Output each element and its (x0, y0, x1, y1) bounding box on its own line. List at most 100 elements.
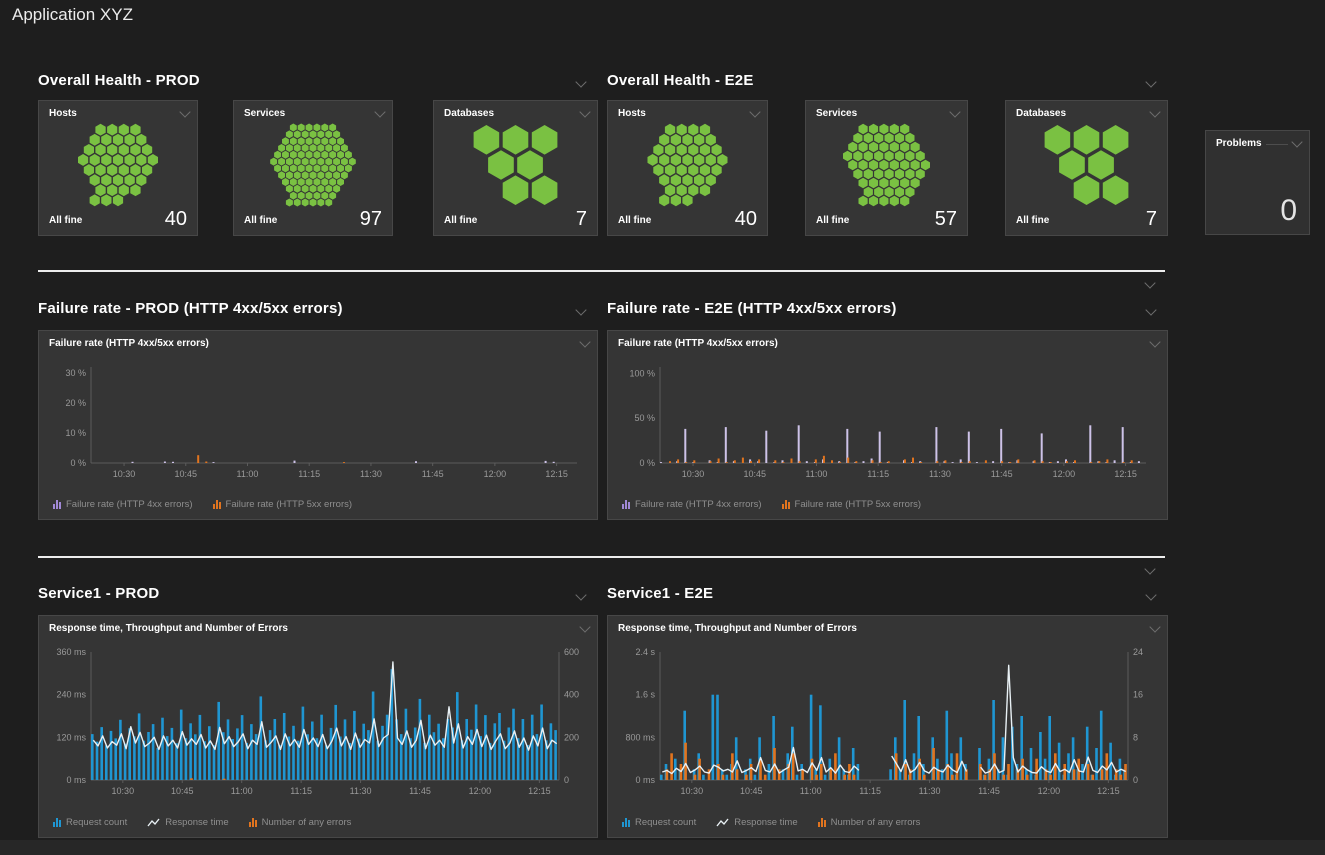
svg-text:11:45: 11:45 (991, 469, 1013, 479)
svg-text:11:15: 11:15 (859, 786, 881, 796)
chevron-down-icon[interactable] (575, 304, 586, 315)
legend-item-response-time[interactable]: Response time (716, 817, 797, 828)
chart-tile-service-prod[interactable]: Response time, Throughput and Number of … (38, 615, 598, 838)
problems-count: 0 (1280, 194, 1297, 228)
status-text: All fine (244, 215, 277, 226)
section-title-overall-health-e2e: Overall Health - E2E (607, 72, 754, 89)
line-chart-icon (716, 818, 729, 828)
legend-item-response-time[interactable]: Response time (147, 817, 228, 828)
svg-text:11:45: 11:45 (422, 469, 444, 479)
chevron-down-icon[interactable] (575, 589, 586, 600)
svg-text:11:00: 11:00 (231, 786, 253, 796)
chart-title: Response time, Throughput and Number of … (49, 623, 288, 634)
chevron-down-icon[interactable] (374, 106, 385, 117)
svg-text:11:00: 11:00 (806, 469, 828, 479)
chevron-down-icon[interactable] (579, 621, 590, 632)
chevron-down-icon[interactable] (1144, 277, 1155, 288)
tile-services-e2e[interactable]: Services All fine 57 (805, 100, 968, 236)
service-prod-chart[interactable]: 360 ms240 ms120 ms0 ms600400200010:3010:… (43, 642, 593, 804)
chevron-down-icon[interactable] (1145, 304, 1156, 315)
legend-item-5xx[interactable]: Failure rate (HTTP 5xx errors) (782, 499, 922, 510)
chart-tile-service-e2e[interactable]: Response time, Throughput and Number of … (607, 615, 1168, 838)
honeycomb-services-e2e (812, 123, 961, 207)
svg-text:600: 600 (564, 647, 579, 657)
honeycomb-databases-prod (440, 123, 591, 207)
legend-item-5xx[interactable]: Failure rate (HTTP 5xx errors) (213, 499, 353, 510)
tile-services-prod[interactable]: Services All fine 97 (233, 100, 393, 236)
legend-item-4xx[interactable]: Failure rate (HTTP 4xx errors) (622, 499, 762, 510)
svg-text:10:30: 10:30 (682, 469, 705, 479)
chevron-down-icon[interactable] (1145, 76, 1156, 87)
chevron-down-icon[interactable] (179, 106, 190, 117)
svg-text:8: 8 (1133, 732, 1138, 742)
chevron-down-icon[interactable] (1291, 136, 1302, 147)
section-divider (38, 556, 1165, 558)
chevron-down-icon[interactable] (579, 106, 590, 117)
section-title-service1-prod: Service1 - PROD (38, 585, 159, 602)
status-text: All fine (816, 215, 849, 226)
honeycomb-services-prod (240, 123, 386, 207)
svg-text:0: 0 (564, 775, 569, 785)
chevron-down-icon[interactable] (1149, 106, 1160, 117)
svg-text:11:15: 11:15 (290, 786, 312, 796)
svg-text:2.4 s: 2.4 s (635, 647, 655, 657)
svg-text:10:45: 10:45 (740, 786, 763, 796)
entity-count: 97 (360, 208, 382, 231)
legend-item-errors[interactable]: Number of any errors (818, 817, 921, 828)
filter-dash (1266, 144, 1288, 145)
svg-text:24: 24 (1133, 647, 1143, 657)
chart-title: Failure rate (HTTP 4xx/5xx errors) (618, 338, 778, 349)
tile-label: Services (816, 108, 857, 119)
failure-prod-chart[interactable]: 30 %20 %10 %0 %10:3010:4511:0011:1511:30… (43, 357, 591, 487)
chevron-down-icon[interactable] (949, 106, 960, 117)
bar-chart-icon (782, 500, 790, 509)
failure-e2e-chart[interactable]: 100 %50 %0 %10:3010:4511:0011:1511:3011:… (612, 357, 1160, 487)
svg-text:100 %: 100 % (629, 368, 655, 378)
svg-text:20 %: 20 % (65, 398, 86, 408)
svg-text:10:30: 10:30 (681, 786, 704, 796)
svg-text:12:00: 12:00 (469, 786, 492, 796)
svg-text:360 ms: 360 ms (56, 647, 86, 657)
svg-text:200: 200 (564, 732, 579, 742)
chevron-down-icon[interactable] (1145, 589, 1156, 600)
svg-text:0: 0 (1133, 775, 1138, 785)
legend-item-errors[interactable]: Number of any errors (249, 817, 352, 828)
tile-label: Hosts (618, 108, 646, 119)
bottom-strip (0, 840, 1325, 855)
chevron-down-icon[interactable] (1149, 336, 1160, 347)
honeycomb-hosts-prod (45, 123, 191, 207)
svg-text:0 ms: 0 ms (66, 775, 86, 785)
svg-text:12:00: 12:00 (1038, 786, 1061, 796)
tile-databases-e2e[interactable]: Databases All fine 7 (1005, 100, 1168, 236)
svg-text:12:00: 12:00 (1053, 469, 1076, 479)
chevron-down-icon[interactable] (749, 106, 760, 117)
svg-text:16: 16 (1133, 690, 1143, 700)
entity-count: 40 (735, 208, 757, 231)
chart-tile-failure-prod[interactable]: Failure rate (HTTP 4xx/5xx errors) 30 %2… (38, 330, 598, 520)
chevron-down-icon[interactable] (1144, 563, 1155, 574)
tile-databases-prod[interactable]: Databases All fine 7 (433, 100, 598, 236)
tile-label: Services (244, 108, 285, 119)
bar-chart-icon (622, 500, 630, 509)
bar-chart-icon (53, 500, 61, 509)
service-e2e-chart[interactable]: 2.4 s1.6 s800 ms0 ms24168010:3010:4511:0… (612, 642, 1162, 804)
svg-text:11:15: 11:15 (867, 469, 889, 479)
tile-problems[interactable]: Problems 0 (1205, 130, 1310, 235)
svg-text:12:15: 12:15 (1097, 786, 1120, 796)
tile-hosts-e2e[interactable]: Hosts All fine 40 (607, 100, 768, 236)
chevron-down-icon[interactable] (579, 336, 590, 347)
section-title-service1-e2e: Service1 - E2E (607, 585, 713, 602)
legend-item-4xx[interactable]: Failure rate (HTTP 4xx errors) (53, 499, 193, 510)
chevron-down-icon[interactable] (1149, 621, 1160, 632)
legend-item-request-count[interactable]: Request count (622, 817, 696, 828)
section-title-failure-prod: Failure rate - PROD (HTTP 4xx/5xx errors… (38, 300, 343, 317)
chevron-down-icon[interactable] (575, 76, 586, 87)
svg-text:120 ms: 120 ms (56, 732, 86, 742)
bar-chart-icon (213, 500, 221, 509)
legend-item-request-count[interactable]: Request count (53, 817, 127, 828)
svg-text:10 %: 10 % (65, 428, 86, 438)
tile-hosts-prod[interactable]: Hosts All fine 40 (38, 100, 198, 236)
svg-text:11:30: 11:30 (929, 469, 951, 479)
bar-chart-icon (818, 818, 826, 827)
chart-tile-failure-e2e[interactable]: Failure rate (HTTP 4xx/5xx errors) 100 %… (607, 330, 1168, 520)
